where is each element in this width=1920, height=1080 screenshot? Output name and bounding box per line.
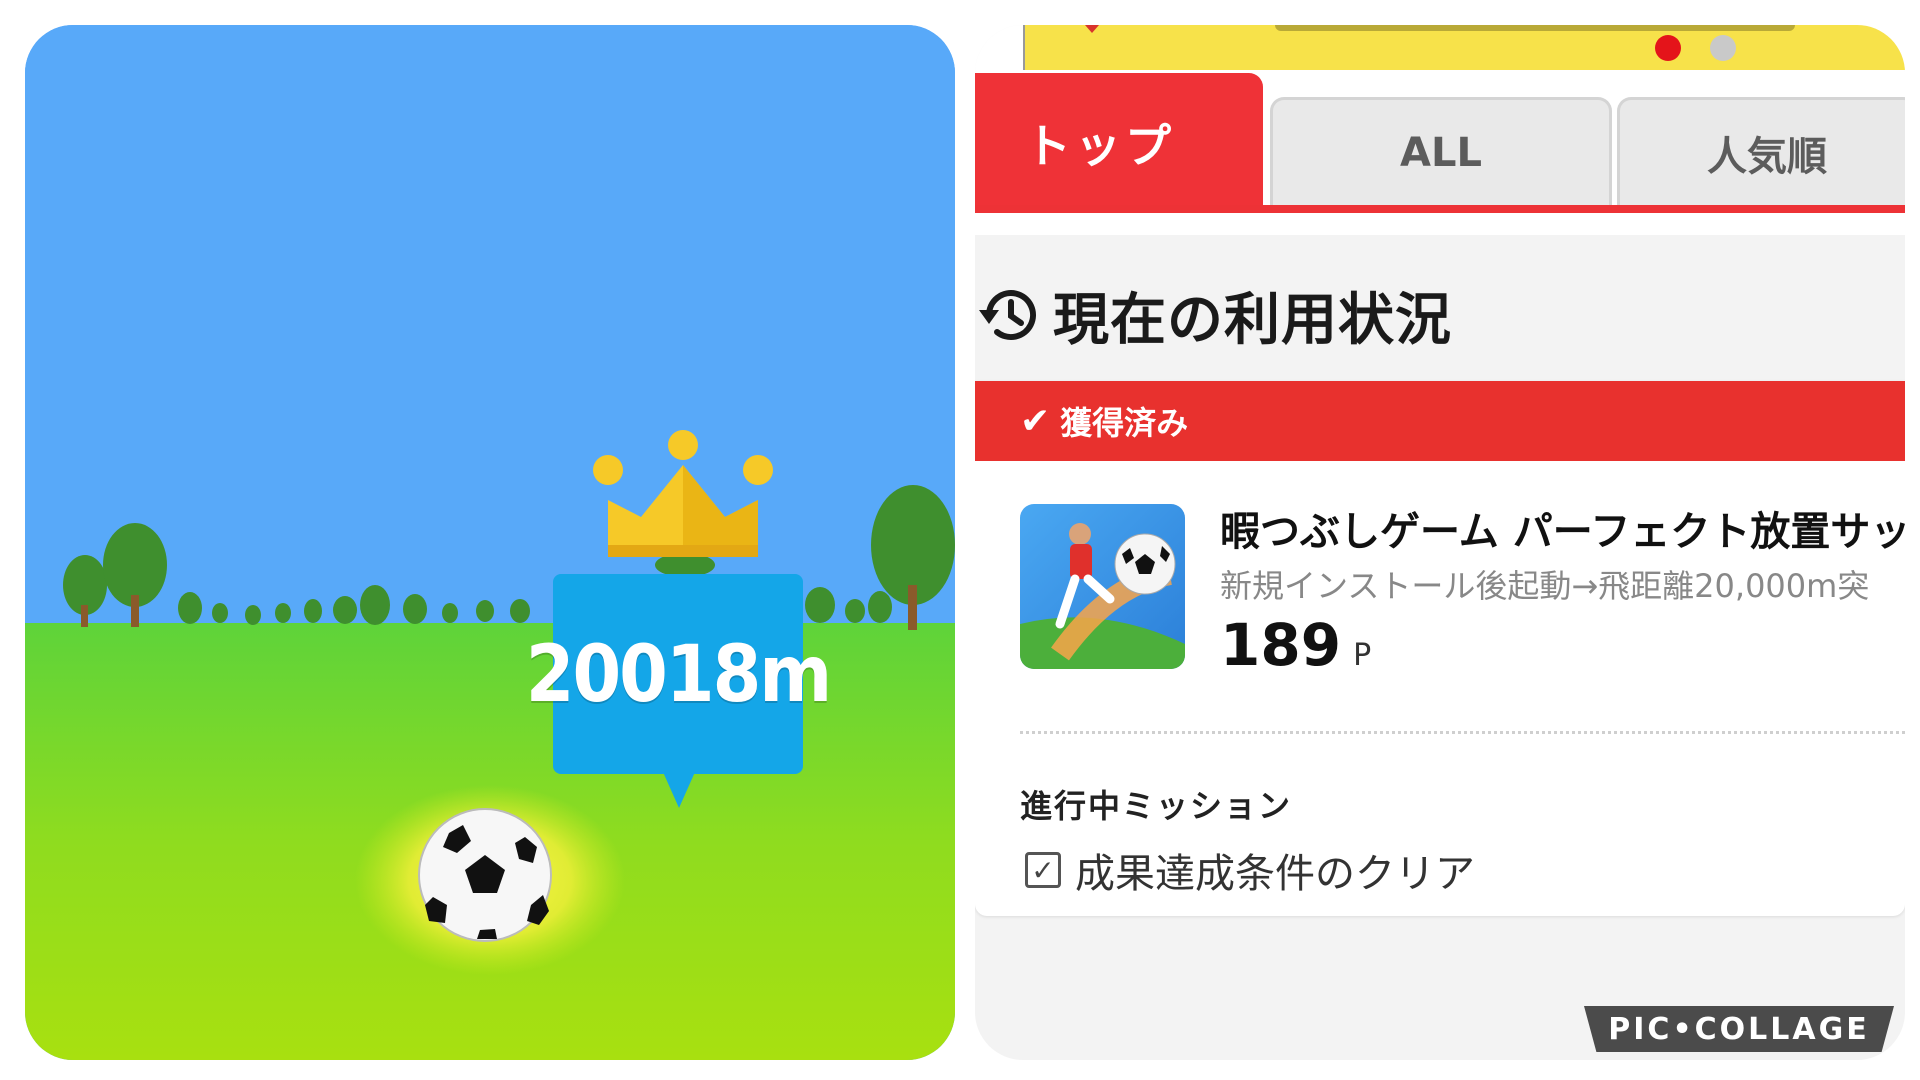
app-screenshot: トップ ALL 人気順 現在の利用状況 ✔ 獲得済み 暇つぶしゲーム パーフェク… [975, 25, 1905, 1060]
banner-notch [1085, 25, 1099, 33]
card-status-bar: ✔ 獲得済み [975, 381, 1905, 461]
game-screenshot: 20018m [25, 25, 955, 1060]
distance-popup: 20018m [526, 574, 832, 808]
mission-item: ✓ 成果達成条件のクリア [1025, 841, 1475, 899]
tab-all-label: ALL [1400, 129, 1482, 176]
offer-card[interactable]: ✔ 獲得済み 暇つぶしゲーム パーフェクト放置サッ 新規インストール後起動→飛距… [975, 381, 1905, 916]
banner-edge [975, 25, 1025, 70]
divider [1020, 731, 1905, 734]
app-description: 新規インストール後起動→飛距離20,000m突 [1220, 567, 1870, 605]
points: 189 P [1220, 611, 1371, 679]
section-title: 現在の利用状況 [1053, 287, 1452, 353]
banner-shadow [1275, 25, 1795, 31]
section-header: 現在の利用状況 [975, 260, 1452, 370]
tab-popular-label: 人気順 [1707, 133, 1827, 180]
mission-title: 進行中ミッション [1020, 787, 1293, 825]
carousel-dot-active[interactable] [1655, 35, 1681, 61]
app-name: 暇つぶしゲーム パーフェクト放置サッ [1220, 509, 1905, 555]
tab-top[interactable]: トップ [975, 73, 1263, 213]
tab-all[interactable]: ALL [1270, 97, 1612, 205]
collage: 20018m トップ ALL 人気順 現在の利用状況 ✔ 獲得済み 暇つぶしゲー… [0, 0, 1920, 1080]
watermark: PIC•COLLAGE [1584, 1006, 1894, 1052]
distance-value: 20018m [525, 628, 832, 720]
mission-text: 成果達成条件のクリア [1075, 851, 1475, 897]
tab-top-label: トップ [1025, 119, 1175, 173]
promo-banner[interactable] [1025, 25, 1905, 70]
check-icon: ✔ [1020, 400, 1051, 442]
app-icon-art [1020, 504, 1185, 669]
app-icon[interactable] [1020, 504, 1185, 669]
carousel-dot[interactable] [1710, 35, 1736, 61]
checkbox-icon: ✓ [1025, 852, 1061, 888]
card-status-label: 獲得済み [1060, 404, 1189, 442]
game-scene [25, 25, 955, 1060]
points-value: 189 [1220, 611, 1342, 679]
history-icon [979, 290, 1036, 341]
points-unit: P [1353, 638, 1372, 673]
tab-underline [975, 205, 1905, 213]
soccer-ball-icon [418, 808, 552, 942]
tab-popular[interactable]: 人気順 [1617, 97, 1905, 205]
